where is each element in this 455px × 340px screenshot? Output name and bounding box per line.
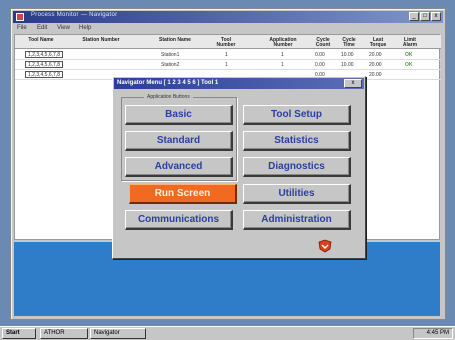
row-limit-alarm: OK	[405, 52, 413, 58]
close-button[interactable]: x	[431, 12, 441, 21]
tool-setup-button[interactable]: Tool Setup	[243, 105, 351, 125]
basic-button[interactable]: Basic	[125, 105, 233, 125]
col-tool-number[interactable]: Tool Number	[215, 38, 237, 48]
advanced-button[interactable]: Advanced	[125, 157, 233, 177]
row-tool-id[interactable]: 1,2,3,4,5,6,7,8	[25, 51, 63, 58]
diagnostics-button[interactable]: Diagnostics	[243, 157, 351, 177]
row-last-torque: 20.00	[369, 52, 382, 58]
administration-button[interactable]: Administration	[243, 210, 351, 230]
table-row[interactable]: 1,2,3,4,5,6,7,8 Station1 1 1 0.00 10.00 …	[15, 51, 441, 60]
taskbar: Start ATHOR Navigator 4:45 PM	[0, 326, 455, 340]
row-tool-number: 1	[225, 52, 228, 58]
run-screen-button[interactable]: Run Screen	[129, 184, 237, 204]
task-navigator[interactable]: Navigator	[90, 328, 146, 339]
groupbox-label: Application Buttons	[144, 94, 193, 100]
col-application-number[interactable]: Application Number	[267, 38, 299, 48]
utilities-button[interactable]: Utilities	[243, 184, 351, 204]
app-title-bar: Process Monitor — Navigator _ □ x	[13, 11, 443, 23]
company-logo-icon	[318, 239, 332, 253]
col-station-number[interactable]: Station Number	[81, 38, 121, 43]
window-controls: _ □ x	[409, 12, 441, 21]
task-athor[interactable]: ATHOR	[40, 328, 88, 339]
statistics-button[interactable]: Statistics	[243, 131, 351, 151]
row-cycle-time: 10.00	[341, 52, 354, 58]
row-limit-alarm: OK	[405, 62, 413, 68]
menu-file[interactable]: File	[17, 25, 27, 31]
col-cycle-time[interactable]: Cycle Time	[339, 38, 359, 48]
row-last-torque: 20.00	[369, 72, 382, 78]
minimize-button[interactable]: _	[409, 12, 419, 21]
row-cycle-count: 0.00	[315, 52, 325, 58]
row-cycle-count: 0.00	[315, 62, 325, 68]
menu-view[interactable]: View	[57, 25, 70, 31]
col-cycle-count[interactable]: Cycle Count	[313, 38, 333, 48]
row-tool-id[interactable]: 1,2,3,4,5,6,7,8	[25, 71, 63, 78]
maximize-button[interactable]: □	[420, 12, 430, 21]
dialog-title: Navigator Menu [ 1 2 3 4 5 6 ] Tool 1	[117, 80, 219, 86]
dialog-title-bar[interactable]: Navigator Menu [ 1 2 3 4 5 6 ] Tool 1 x	[114, 78, 364, 89]
col-limit-alarm[interactable]: Limit Alarm	[399, 38, 421, 48]
table-row[interactable]: 1,2,3,4,5,6,7,8 Station2 1 1 0.00 10.00 …	[15, 61, 441, 70]
row-tool-number: 1	[225, 62, 228, 68]
table-header: Tool Name Station Number Station Name To…	[15, 35, 441, 49]
menu-bar: File Edit View Help	[13, 24, 443, 34]
app-icon	[16, 13, 24, 21]
system-clock: 4:45 PM	[413, 328, 453, 339]
communications-button[interactable]: Communications	[125, 210, 233, 230]
col-last-torque[interactable]: Last Torque	[367, 38, 389, 48]
menu-help[interactable]: Help	[79, 25, 91, 31]
col-station-name[interactable]: Station Name	[155, 38, 195, 43]
row-tool-id[interactable]: 1,2,3,4,5,6,7,8	[25, 61, 63, 68]
standard-button[interactable]: Standard	[125, 131, 233, 151]
row-station-name: Station2	[161, 62, 180, 68]
row-app-number: 1	[281, 52, 284, 58]
row-station-name: Station1	[161, 52, 180, 58]
app-title: Process Monitor — Navigator	[31, 12, 118, 18]
row-last-torque: 20.00	[369, 62, 382, 68]
col-tool-name[interactable]: Tool Name	[27, 38, 55, 43]
start-button[interactable]: Start	[2, 328, 36, 339]
dialog-close-button[interactable]: x	[344, 79, 362, 88]
navigator-dialog: Navigator Menu [ 1 2 3 4 5 6 ] Tool 1 x …	[112, 76, 366, 259]
row-app-number: 1	[281, 62, 284, 68]
row-cycle-time: 10.00	[341, 62, 354, 68]
menu-edit[interactable]: Edit	[37, 25, 47, 31]
